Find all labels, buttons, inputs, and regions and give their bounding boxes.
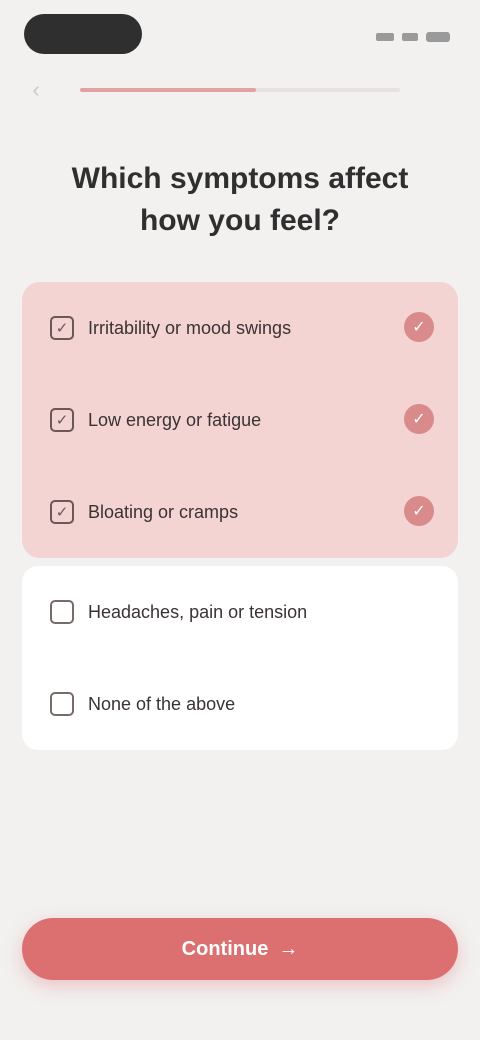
option-label: Irritability or mood swings (88, 317, 292, 338)
option-irritability[interactable]: ✓ Irritability or mood swings ✓ (22, 282, 458, 374)
option-none[interactable]: None of the above (22, 658, 458, 750)
signal-icon (376, 33, 394, 41)
option-label: Bloating or cramps (88, 501, 239, 522)
option-low-energy[interactable]: ✓ Low energy or fatigue ✓ (22, 374, 458, 466)
status-bar (0, 12, 480, 54)
arrow-right-icon: → (278, 937, 299, 960)
back-button[interactable]: ‹ (22, 76, 50, 104)
options-list: ✓ Irritability or mood swings ✓ ✓ Low en… (22, 282, 458, 750)
checkbox[interactable]: ✓ (50, 500, 74, 524)
option-label: Headaches, pain or tension (88, 601, 308, 622)
check-circle-icon: ✓ (404, 404, 434, 434)
option-label: None of the above (88, 693, 236, 714)
check-circle-icon: ✓ (404, 312, 434, 342)
option-label: Low energy or fatigue (88, 409, 262, 430)
dynamic-island (24, 14, 142, 54)
checkbox[interactable]: ✓ (50, 408, 74, 432)
status-icons (376, 32, 450, 42)
battery-icon (426, 32, 450, 42)
checkbox[interactable]: ✓ (50, 316, 74, 340)
question-title: Which symptoms affect how you feel? (71, 162, 409, 237)
checkbox[interactable] (50, 600, 74, 624)
continue-button[interactable]: Continue → (22, 918, 458, 980)
progress-fill (80, 88, 256, 92)
continue-label: Continue (181, 937, 269, 960)
option-bloating[interactable]: ✓ Bloating or cramps ✓ (22, 466, 458, 558)
check-circle-icon: ✓ (404, 496, 434, 526)
chevron-left-icon: ‹ (32, 77, 40, 102)
option-headaches[interactable]: Headaches, pain or tension (22, 566, 458, 658)
checkbox[interactable] (50, 692, 74, 716)
progress-bar (80, 88, 400, 92)
wifi-icon (402, 33, 418, 41)
top-bar: ‹ (0, 70, 480, 110)
